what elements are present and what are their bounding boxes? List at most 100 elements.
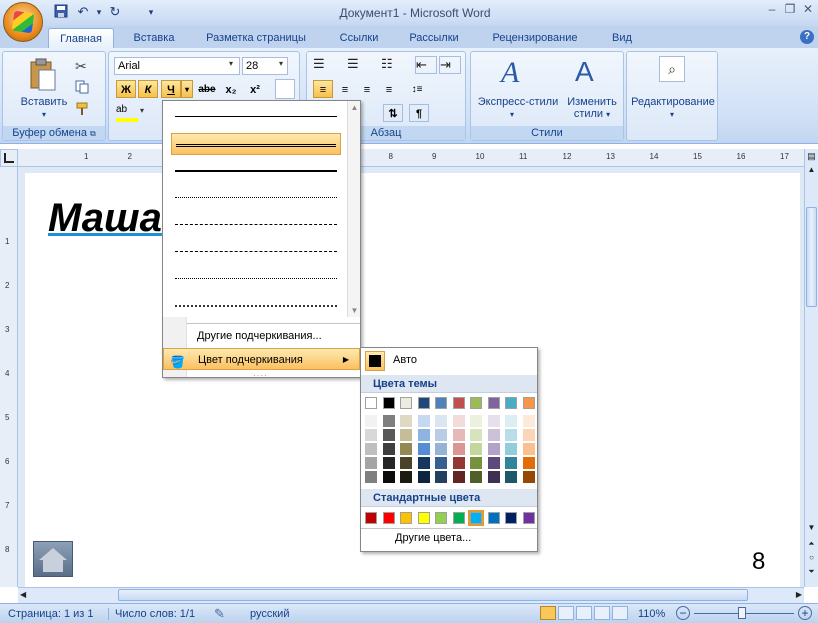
theme-shade-swatch[interactable] [452,443,465,455]
standard-color-swatch[interactable] [452,512,465,524]
vertical-scroll-thumb[interactable] [806,207,817,307]
underline-style-wave[interactable] [171,295,341,317]
theme-shade-swatch[interactable] [382,457,395,469]
vertical-ruler[interactable]: 1 2 3 4 5 6 7 8 [0,167,18,587]
theme-shade-swatch[interactable] [365,457,377,469]
draft-icon[interactable] [612,606,628,620]
copy-icon[interactable] [75,80,89,94]
close-button[interactable]: ✕ [801,2,815,16]
underline-menu-scrollbar[interactable]: ▲ ▼ [347,101,360,317]
scroll-up-icon[interactable]: ▲ [805,165,818,179]
theme-color-swatch[interactable] [400,397,412,409]
theme-shade-swatch[interactable] [487,443,500,455]
theme-shade-swatch[interactable] [400,457,412,469]
tab-selector-icon[interactable] [0,149,18,167]
align-center-icon[interactable]: ≡ [335,80,355,98]
theme-shade-swatch[interactable] [365,415,377,427]
underline-color-item[interactable]: 🪣 Цвет подчеркивания ▶ [163,348,360,370]
zoom-slider-thumb[interactable] [738,607,746,619]
page-status[interactable]: Страница: 1 из 1 [8,608,94,620]
show-marks-icon[interactable]: ¶ [409,104,429,122]
theme-shade-swatch[interactable] [452,429,465,441]
font-size-dropdown-icon[interactable]: ▾ [279,59,283,68]
theme-shade-swatch[interactable] [505,415,517,427]
web-layout-icon[interactable] [576,606,592,620]
change-styles-button[interactable]: Изменить стили ▾ [563,96,621,120]
resize-grip-icon[interactable]: ···· [253,371,268,380]
theme-color-swatch[interactable] [505,397,517,409]
theme-shade-swatch[interactable] [365,471,377,483]
theme-shade-swatch[interactable] [365,443,377,455]
next-page-icon[interactable]: ⏷ [805,567,818,579]
numbering-icon[interactable]: ☰ [347,56,369,74]
theme-shade-swatch[interactable] [505,443,517,455]
ruler-toggle-icon[interactable]: ▤ [805,151,818,165]
document-text[interactable]: Маша [48,196,162,241]
auto-color-item[interactable]: Авто [361,348,537,374]
prev-page-icon[interactable]: ⏶ [805,539,818,551]
italic-button[interactable]: К [138,80,158,98]
theme-color-swatch[interactable] [365,397,377,409]
theme-shade-swatch[interactable] [382,415,395,427]
theme-shade-swatch[interactable] [452,471,465,483]
minimize-button[interactable]: – [765,2,779,16]
underline-style-thick[interactable] [171,160,341,182]
redo-button[interactable]: ↻ [106,4,124,20]
standard-color-swatch[interactable] [417,512,430,524]
underline-button[interactable]: Ч [161,80,181,98]
cut-icon[interactable]: ✂ [75,58,87,75]
standard-color-swatch[interactable] [487,512,500,524]
theme-shade-swatch[interactable] [505,471,517,483]
theme-shade-swatch[interactable] [400,429,412,441]
paste-dropdown-icon[interactable]: ▾ [39,110,49,119]
help-icon[interactable]: ? [800,30,814,44]
language-status[interactable]: русский [250,608,289,620]
theme-color-swatch[interactable] [435,397,447,409]
theme-shade-swatch[interactable] [522,415,535,427]
increase-indent-icon[interactable]: ⇥ [439,56,461,74]
standard-color-swatch[interactable] [522,512,535,524]
theme-shade-swatch[interactable] [470,471,482,483]
theme-color-swatch[interactable] [522,397,535,409]
scroll-left-icon[interactable]: ◀ [20,590,26,599]
theme-shade-swatch[interactable] [470,443,482,455]
editing-dropdown-icon[interactable]: ▾ [667,110,677,119]
theme-color-swatch[interactable] [452,397,465,409]
scroll-down-icon[interactable]: ▼ [805,523,818,535]
print-layout-icon[interactable] [540,606,556,620]
tab-insert[interactable]: Вставка [124,28,184,48]
word-count-status[interactable]: Число слов: 1/1 [108,608,195,620]
line-spacing-icon[interactable]: ↕≡ [407,80,427,98]
bullets-icon[interactable]: ☰ [313,56,335,74]
standard-color-swatch[interactable] [435,512,447,524]
theme-shade-swatch[interactable] [435,429,447,441]
vertical-scrollbar[interactable]: ▤ ▲ ▼ ⏶ ○ ⏷ [804,149,818,587]
theme-color-swatch[interactable] [487,397,500,409]
zoom-level[interactable]: 110% [638,608,665,620]
more-underlines-item[interactable]: Другие подчеркивания... [163,325,360,347]
multilevel-list-icon[interactable]: ☷ [381,56,403,74]
standard-color-swatch[interactable] [468,510,484,526]
tab-home[interactable]: Главная [48,28,114,48]
editing-button[interactable]: Редактирование [629,96,717,108]
underline-style-dashed[interactable] [171,214,341,236]
subscript-button[interactable]: x₂ [221,80,241,98]
theme-shade-swatch[interactable] [505,457,517,469]
underline-style-dash-dot[interactable] [171,241,341,263]
theme-shade-swatch[interactable] [417,471,430,483]
theme-shade-swatch[interactable] [365,429,377,441]
theme-shade-swatch[interactable] [435,415,447,427]
theme-shade-swatch[interactable] [522,443,535,455]
paste-button[interactable]: Вставить [9,96,79,108]
full-screen-icon[interactable] [558,606,574,620]
theme-shade-swatch[interactable] [505,429,517,441]
browse-object-icon[interactable]: ○ [805,553,818,565]
horizontal-scroll-thumb[interactable] [118,589,748,601]
theme-shade-swatch[interactable] [400,471,412,483]
tab-review[interactable]: Рецензирование [482,28,588,48]
theme-shade-swatch[interactable] [452,457,465,469]
underline-style-single[interactable] [171,106,341,128]
tab-mailings[interactable]: Рассылки [400,28,468,48]
tab-references[interactable]: Ссылки [330,28,388,48]
theme-color-swatch[interactable] [470,397,482,409]
